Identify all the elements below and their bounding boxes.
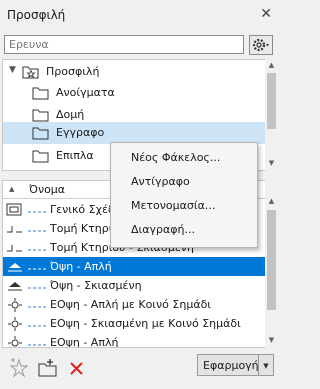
interior-elevation-icon	[8, 298, 22, 312]
scroll-up-arrow-icon[interactable]: ▲	[265, 197, 278, 205]
folder-icon	[32, 150, 49, 163]
apply-dropdown-arrow-icon[interactable]: ▼	[259, 354, 274, 376]
add-favorite-icon[interactable]	[9, 358, 29, 378]
scroll-thumb[interactable]	[267, 73, 276, 129]
menu-item-rename[interactable]: Μετονομασία...	[131, 199, 215, 212]
list-item[interactable]: Όψη - Σκιασμένη	[3, 276, 265, 295]
list-item-label: ΕΟψη - Σκιασμένη με Κοινό Σημάδι	[50, 317, 241, 330]
scroll-down-arrow-icon[interactable]: ▼	[265, 336, 278, 344]
scroll-up-arrow-icon[interactable]: ▲	[265, 61, 278, 69]
list-item-label: ΕΟψη - Απλή	[50, 336, 119, 348]
close-icon[interactable]: ✕	[260, 6, 272, 22]
view-marker-icon	[28, 287, 46, 289]
folder-icon	[32, 127, 49, 140]
column-name-header[interactable]: Όνομα	[29, 183, 65, 196]
section-icon	[7, 226, 22, 233]
view-marker-icon	[28, 325, 46, 327]
view-marker-icon	[28, 344, 46, 346]
list-item[interactable]: ΕΟψη - Απλή με Κοινό Σημάδι	[3, 295, 265, 314]
delete-icon[interactable]	[68, 360, 86, 378]
tree-folder-document[interactable]: Εγγραφο	[3, 122, 265, 144]
interior-elevation-icon	[8, 336, 22, 347]
tree-root-label: Προσφιλή	[46, 65, 100, 78]
folder-icon	[32, 87, 49, 100]
scroll-thumb[interactable]	[267, 210, 276, 310]
list-item-label: Όψη - Σκιασμένη	[50, 279, 142, 292]
list-item-label: Γενικό Σχέδ	[50, 203, 115, 216]
menu-item-new-folder[interactable]: Νέος Φάκελος...	[131, 151, 220, 164]
view-marker-icon	[28, 249, 46, 251]
sort-arrow-icon: ▲	[9, 185, 15, 193]
view-marker-icon	[28, 230, 46, 232]
tree-folder-label: Δομή	[56, 108, 85, 121]
apply-button[interactable]: Εφαρμογή	[197, 354, 259, 376]
list-item[interactable]: Όψη - Απλή	[3, 257, 265, 276]
collapse-arrow-icon[interactable]: ▼	[9, 65, 16, 75]
view-marker-icon	[28, 268, 46, 270]
folder-icon	[32, 109, 49, 122]
tree-folder-label: Εγγραφο	[56, 126, 105, 139]
elevation-icon	[8, 282, 22, 291]
list-item[interactable]: ΕΟψη - Σκιασμένη με Κοινό Σημάδι	[3, 314, 265, 333]
section-icon	[7, 245, 22, 252]
section-view-icon	[6, 203, 22, 216]
gear-icon	[252, 38, 269, 52]
window-title: Προσφιλή	[7, 8, 66, 22]
star-folder-icon	[22, 66, 39, 79]
view-marker-icon	[28, 306, 46, 308]
interior-elevation-icon	[8, 317, 22, 331]
tree-folder-label: Επιπλα	[56, 149, 94, 162]
list-item-label: ΕΟψη - Απλή με Κοινό Σημάδι	[50, 298, 212, 311]
menu-item-delete[interactable]: Διαγραφή...	[131, 223, 195, 236]
tree-folder-openings[interactable]: Ανοίγματα	[3, 82, 265, 104]
elevation-icon	[8, 263, 22, 272]
view-marker-icon	[28, 211, 46, 213]
title-bar: Προσφιλή ✕	[0, 0, 280, 30]
tree-folder-label: Ανοίγματα	[56, 86, 115, 99]
context-menu: Νέος Φάκελος... Αντίγραφο Μετονομασία...…	[110, 142, 258, 248]
scroll-down-arrow-icon[interactable]: ▼	[265, 159, 278, 167]
search-input[interactable]: Ερευνα	[4, 35, 244, 54]
tree-root[interactable]: ▼ Προσφιλή	[3, 61, 265, 83]
search-placeholder: Ερευνα	[9, 38, 49, 51]
list-item-label: Όψη - Απλή	[50, 260, 112, 273]
new-folder-icon[interactable]	[37, 358, 59, 378]
list-scrollbar[interactable]: ▲ ▼	[265, 180, 278, 348]
apply-button-label: Εφαρμογή	[203, 359, 259, 372]
settings-button[interactable]	[249, 35, 273, 55]
tree-scrollbar[interactable]: ▲ ▼	[265, 59, 278, 171]
list-item[interactable]: ΕΟψη - Απλή	[3, 333, 265, 348]
menu-item-copy[interactable]: Αντίγραφο	[131, 175, 190, 188]
